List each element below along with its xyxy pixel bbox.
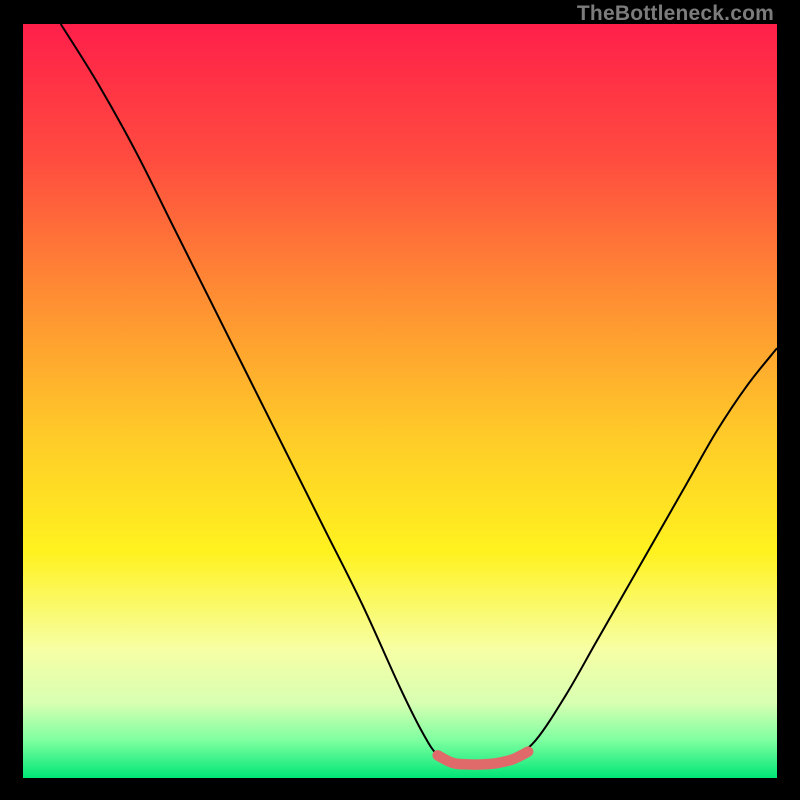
chart-frame [23, 24, 777, 778]
bottleneck-chart [23, 24, 777, 778]
chart-background [23, 24, 777, 778]
watermark-text: TheBottleneck.com [577, 2, 774, 26]
